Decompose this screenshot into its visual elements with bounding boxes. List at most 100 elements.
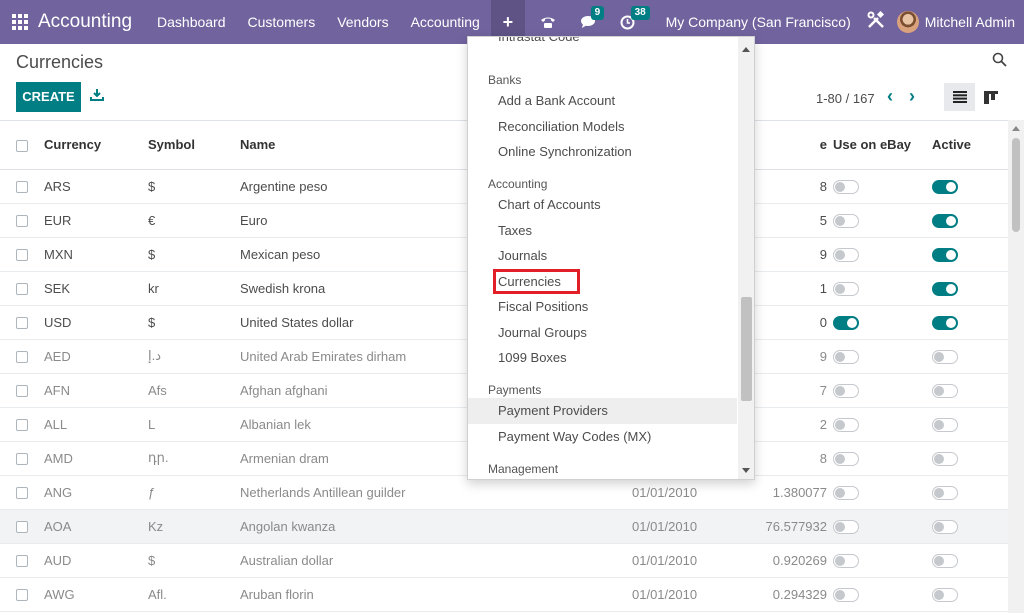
cell-active[interactable] bbox=[932, 509, 1008, 544]
clock-icon[interactable]: 38 bbox=[619, 6, 650, 31]
menu-vendors[interactable]: Vendors bbox=[326, 0, 399, 44]
cell-use-on-ebay[interactable] bbox=[833, 509, 932, 544]
cell-use-on-ebay[interactable] bbox=[833, 271, 932, 306]
tools-icon[interactable] bbox=[867, 10, 885, 34]
cell-use-on-ebay[interactable] bbox=[833, 169, 932, 204]
pager-previous-icon[interactable]: ‹ bbox=[887, 87, 899, 105]
ebay-toggle[interactable] bbox=[833, 281, 859, 296]
list-view-icon[interactable] bbox=[944, 83, 975, 111]
cell-active[interactable] bbox=[932, 203, 1008, 238]
row-checkbox[interactable] bbox=[0, 577, 44, 612]
row-checkbox[interactable] bbox=[0, 339, 44, 374]
table-row[interactable]: AWG Afl. Aruban florin 01/01/2010 0.294329 bbox=[0, 577, 1008, 612]
select-all-checkbox[interactable] bbox=[0, 121, 44, 170]
dropdown-item-1099-boxes[interactable]: 1099 Boxes bbox=[468, 345, 737, 371]
row-checkbox[interactable] bbox=[0, 169, 44, 204]
main-scrollbar[interactable] bbox=[1008, 120, 1024, 613]
header-active[interactable]: Active bbox=[932, 121, 1008, 170]
dropdown-item-currencies[interactable]: Currencies bbox=[468, 269, 737, 295]
row-checkbox[interactable] bbox=[0, 373, 44, 408]
dropdown-item-payment-way-codes-mx[interactable]: Payment Way Codes (MX) bbox=[468, 424, 737, 450]
cell-use-on-ebay[interactable] bbox=[833, 339, 932, 374]
cell-use-on-ebay[interactable] bbox=[833, 373, 932, 408]
app-brand[interactable]: Accounting bbox=[38, 11, 132, 33]
create-button[interactable]: CREATE bbox=[16, 82, 81, 112]
dropdown-item-chart-of-accounts[interactable]: Chart of Accounts bbox=[468, 192, 737, 218]
header-symbol[interactable]: Symbol bbox=[148, 121, 240, 170]
cell-active[interactable] bbox=[932, 441, 1008, 476]
dropdown-item-payment-providers[interactable]: Payment Providers bbox=[468, 398, 737, 424]
active-toggle[interactable] bbox=[932, 213, 958, 228]
menu-dashboard[interactable]: Dashboard bbox=[146, 0, 237, 44]
active-toggle[interactable] bbox=[932, 451, 958, 466]
apps-icon[interactable] bbox=[12, 14, 28, 30]
row-checkbox[interactable] bbox=[0, 441, 44, 476]
cell-active[interactable] bbox=[932, 577, 1008, 612]
ebay-toggle[interactable] bbox=[833, 179, 859, 194]
row-checkbox[interactable] bbox=[0, 407, 44, 442]
active-toggle[interactable] bbox=[932, 587, 958, 602]
download-icon[interactable] bbox=[90, 88, 104, 102]
row-checkbox[interactable] bbox=[0, 509, 44, 544]
header-currency[interactable]: Currency bbox=[44, 121, 148, 170]
ebay-toggle[interactable] bbox=[833, 383, 859, 398]
cell-active[interactable] bbox=[932, 271, 1008, 306]
cell-active[interactable] bbox=[932, 475, 1008, 510]
row-checkbox[interactable] bbox=[0, 203, 44, 238]
cell-active[interactable] bbox=[932, 407, 1008, 442]
cell-use-on-ebay[interactable] bbox=[833, 407, 932, 442]
menu-customers[interactable]: Customers bbox=[237, 0, 327, 44]
cell-use-on-ebay[interactable] bbox=[833, 203, 932, 238]
dropdown-item-intrastat-code[interactable]: Intrastat Code bbox=[468, 37, 737, 50]
cell-active[interactable] bbox=[932, 237, 1008, 272]
phone-icon[interactable] bbox=[539, 13, 557, 31]
search-icon[interactable] bbox=[992, 52, 1007, 67]
row-checkbox[interactable] bbox=[0, 475, 44, 510]
active-toggle[interactable] bbox=[932, 383, 958, 398]
table-row[interactable]: AOA Kz Angolan kwanza 01/01/2010 76.577932 bbox=[0, 509, 1008, 544]
active-toggle[interactable] bbox=[932, 417, 958, 432]
cell-active[interactable] bbox=[932, 169, 1008, 204]
active-toggle[interactable] bbox=[932, 281, 958, 296]
header-use-on-ebay[interactable]: Use on eBay bbox=[833, 121, 932, 170]
ebay-toggle[interactable] bbox=[833, 247, 859, 262]
cell-active[interactable] bbox=[932, 543, 1008, 578]
ebay-toggle[interactable] bbox=[833, 519, 859, 534]
active-toggle[interactable] bbox=[932, 485, 958, 500]
cell-use-on-ebay[interactable] bbox=[833, 577, 932, 612]
active-toggle[interactable] bbox=[932, 519, 958, 534]
user-menu[interactable]: Mitchell Admin bbox=[925, 14, 1015, 30]
active-toggle[interactable] bbox=[932, 179, 958, 194]
pager-next-icon[interactable]: › bbox=[909, 87, 921, 105]
company-switcher[interactable]: My Company (San Francisco) bbox=[666, 14, 851, 30]
ebay-toggle[interactable] bbox=[833, 417, 859, 432]
active-toggle[interactable] bbox=[932, 315, 958, 330]
ebay-toggle[interactable] bbox=[833, 553, 859, 568]
table-row[interactable]: AUD $ Australian dollar 01/01/2010 0.920269 bbox=[0, 543, 1008, 578]
active-toggle[interactable] bbox=[932, 247, 958, 262]
active-toggle[interactable] bbox=[932, 553, 958, 568]
dropdown-scrollbar[interactable] bbox=[738, 37, 754, 479]
active-toggle[interactable] bbox=[932, 349, 958, 364]
dropdown-item-online-synchronization[interactable]: Online Synchronization bbox=[468, 139, 737, 165]
ebay-toggle[interactable] bbox=[833, 451, 859, 466]
cell-use-on-ebay[interactable] bbox=[833, 543, 932, 578]
table-row[interactable]: ANG ƒ Netherlands Antillean guilder 01/01/2… bbox=[0, 475, 1008, 510]
dropdown-item-add-a-bank-account[interactable]: Add a Bank Account bbox=[468, 88, 737, 114]
row-checkbox[interactable] bbox=[0, 543, 44, 578]
cell-use-on-ebay[interactable] bbox=[833, 237, 932, 272]
ebay-toggle[interactable] bbox=[833, 587, 859, 602]
dropdown-item-reconciliation-models[interactable]: Reconciliation Models bbox=[468, 114, 737, 140]
avatar[interactable] bbox=[896, 11, 919, 33]
cell-use-on-ebay[interactable] bbox=[833, 441, 932, 476]
kanban-view-icon[interactable] bbox=[980, 83, 1002, 111]
dropdown-item-journals[interactable]: Journals bbox=[468, 243, 737, 269]
ebay-toggle[interactable] bbox=[833, 485, 859, 500]
cell-use-on-ebay[interactable] bbox=[833, 305, 932, 340]
row-checkbox[interactable] bbox=[0, 271, 44, 306]
cell-use-on-ebay[interactable] bbox=[833, 475, 932, 510]
cell-active[interactable] bbox=[932, 373, 1008, 408]
row-checkbox[interactable] bbox=[0, 237, 44, 272]
cell-active[interactable] bbox=[932, 339, 1008, 374]
cell-active[interactable] bbox=[932, 305, 1008, 340]
